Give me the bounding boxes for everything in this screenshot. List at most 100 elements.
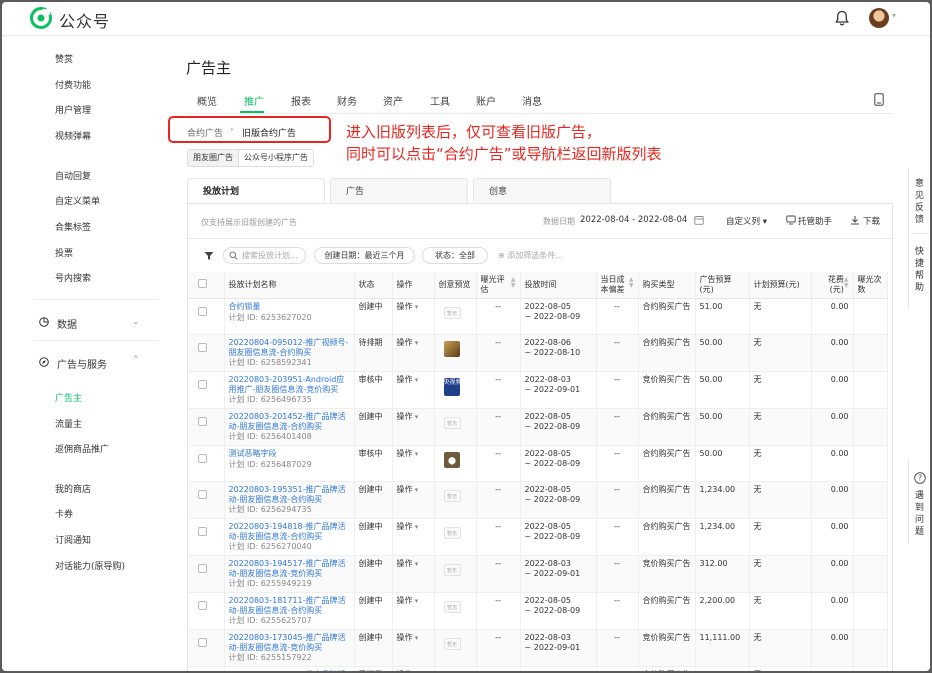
sidebar-group-data[interactable]: 数据 xyxy=(57,316,77,331)
tab-reports[interactable]: 报表 xyxy=(291,93,311,108)
action-dropdown[interactable]: 操作 xyxy=(397,596,419,605)
table-row[interactable]: 20220803-173045-推广品牌活动-朋友圈信息流-竞价购买 计划 ID:… xyxy=(188,629,892,667)
creative-thumbnail[interactable]: 暂无 xyxy=(443,417,461,429)
creative-thumbnail[interactable]: 暂无 xyxy=(443,601,461,613)
creative-thumbnail[interactable] xyxy=(443,452,460,468)
tab-tools[interactable]: 工具 xyxy=(430,93,450,108)
segment-moments-ads[interactable]: 朋友圈广告 xyxy=(188,150,238,166)
row-checkbox[interactable] xyxy=(198,454,207,463)
sidebar-item-in-account-search[interactable]: 号内搜索 xyxy=(55,271,91,284)
sidebar-item-paid-features[interactable]: 付费功能 xyxy=(55,78,91,91)
sidebar-item-conversation[interactable]: 对话能力(原导购) xyxy=(55,559,125,572)
assistant-icon[interactable] xyxy=(786,215,796,225)
feedback-button[interactable]: 意见反馈 xyxy=(915,178,925,226)
sidebar-item-subscription-notice[interactable]: 订阅通知 xyxy=(55,533,91,546)
download-icon[interactable] xyxy=(850,215,860,225)
action-dropdown[interactable]: 操作 xyxy=(397,412,419,421)
bell-icon[interactable] xyxy=(835,10,849,26)
row-checkbox[interactable] xyxy=(198,380,207,389)
action-dropdown[interactable]: 操作 xyxy=(397,485,419,494)
sidebar-item-reward[interactable]: 赞赏 xyxy=(55,52,73,65)
tab-assets[interactable]: 资产 xyxy=(383,93,403,108)
row-checkbox[interactable] xyxy=(198,527,207,536)
tab-finance[interactable]: 财务 xyxy=(337,93,357,108)
campaign-name-link[interactable]: 20220803-201452-推广品牌活动-朋友圈信息流-合约购买 xyxy=(229,412,350,431)
action-dropdown[interactable]: 操作 xyxy=(397,338,419,347)
tab-messages[interactable]: 消息 xyxy=(522,93,542,108)
row-checkbox[interactable] xyxy=(198,601,207,610)
creative-thumbnail[interactable]: 央视频 xyxy=(443,378,462,396)
row-checkbox[interactable] xyxy=(198,638,207,647)
sidebar-item-advertiser[interactable]: 广告主 xyxy=(55,391,82,404)
sort-icon[interactable]: ▲ ▼ xyxy=(629,277,634,289)
action-dropdown[interactable]: 操作 xyxy=(397,449,419,458)
table-row[interactable]: 合约锁量计划 ID: 6253627020创建中操作暂无--2022-08-05… xyxy=(188,298,892,335)
campaign-name-link[interactable]: 20220803-194517-推广品牌活动-朋友圈信息流-竞价购买 xyxy=(229,559,350,578)
sidebar-item-my-store[interactable]: 我的商店 xyxy=(55,482,91,495)
table-row[interactable]: 20220803-194517-推广品牌活动-朋友圈信息流-竞价购买 计划 ID:… xyxy=(188,555,892,593)
creative-thumbnail[interactable]: 暂无 xyxy=(443,307,461,319)
sidebar-item-commission-products[interactable]: 返佣商品推广 xyxy=(55,442,109,455)
segment-official-miniprogram-ads[interactable]: 公众号小程序广告 xyxy=(238,150,313,166)
campaign-name-link[interactable]: 20220804-095012-推广视频号-朋友圈信息流-合约购买 xyxy=(229,338,350,357)
select-all-checkbox[interactable] xyxy=(198,279,207,288)
panel-tab-ads[interactable]: 广告 xyxy=(330,178,468,204)
action-dropdown[interactable]: 操作 xyxy=(397,559,419,568)
chevron-up-icon[interactable]: ⌃ xyxy=(132,355,140,365)
sidebar-item-publisher[interactable]: 流量主 xyxy=(55,417,82,430)
action-dropdown[interactable]: 操作 xyxy=(397,375,419,384)
table-row[interactable]: 20220803-201452-推广品牌活动-朋友圈信息流-合约购买 计划 ID:… xyxy=(188,408,892,446)
filter-icon[interactable] xyxy=(204,251,214,261)
question-circle-icon[interactable]: ? xyxy=(914,472,926,484)
add-filter-button[interactable]: ⊕ 添加筛选条件... xyxy=(498,250,563,261)
campaign-name-link[interactable]: 20220803-181711-推广品牌活动-朋友圈信息流-合约购买 xyxy=(229,596,350,615)
breadcrumb-contract-ads[interactable]: 合约广告 xyxy=(187,126,223,139)
action-dropdown[interactable]: 操作 xyxy=(397,522,419,531)
sidebar-item-user-management[interactable]: 用户管理 xyxy=(55,103,91,116)
download-button[interactable]: 下载 xyxy=(863,215,880,227)
chevron-down-icon[interactable]: ▾ xyxy=(892,11,896,20)
row-checkbox[interactable] xyxy=(198,417,207,426)
problem-button[interactable]: 遇到问题 xyxy=(915,490,925,538)
sidebar-item-collection-tags[interactable]: 合集标签 xyxy=(55,220,91,233)
campaign-name-link[interactable]: 20220803-195351-推广品牌活动-朋友圈信息流-合约购买 xyxy=(229,485,350,504)
tab-account[interactable]: 账户 xyxy=(476,93,496,108)
row-checkbox[interactable] xyxy=(198,307,207,316)
row-checkbox[interactable] xyxy=(198,343,207,352)
sidebar-item-custom-menu[interactable]: 自定义菜单 xyxy=(55,194,100,207)
avatar[interactable] xyxy=(869,8,889,28)
row-checkbox[interactable] xyxy=(198,490,207,499)
action-dropdown[interactable]: 操作 xyxy=(397,302,419,311)
row-checkbox[interactable] xyxy=(198,564,207,573)
creative-thumbnail[interactable] xyxy=(443,341,460,357)
custom-columns-button[interactable]: 自定义列 ▾ xyxy=(726,215,767,227)
col-header-exposure-estimate[interactable]: ▲ ▼ 曝光评估 xyxy=(476,272,521,299)
tab-promotion[interactable]: 推广 xyxy=(244,93,264,108)
campaign-name-link[interactable]: 合约锁量 xyxy=(229,302,350,312)
table-row[interactable]: 20220804-095012-推广视频号-朋友圈信息流-合约购买 计划 ID: … xyxy=(188,334,892,372)
panel-tab-creatives[interactable]: 创意 xyxy=(473,178,611,204)
quick-help-button[interactable]: 快捷帮助 xyxy=(915,246,925,294)
sidebar-item-coupons[interactable]: 卡券 xyxy=(55,507,73,520)
table-row[interactable]: 20220803-163050-推广品牌活动-朋友圈信息流-合约购买计划 ID:… xyxy=(188,666,892,671)
managed-assistant-button[interactable]: 托管助手 xyxy=(798,215,832,227)
mobile-device-icon[interactable] xyxy=(874,93,884,106)
creative-thumbnail[interactable]: 暂无 xyxy=(443,527,461,539)
date-range-picker[interactable]: 2022-08-04 - 2022-08-04 xyxy=(580,215,687,225)
table-row[interactable]: 测试恶略字段计划 ID: 6256487029审核中操作--2022-08-05… xyxy=(188,445,892,482)
table-row[interactable]: 20220803-181711-推广品牌活动-朋友圈信息流-合约购买 计划 ID:… xyxy=(188,592,892,630)
creative-thumbnail[interactable]: 暂无 xyxy=(443,638,461,650)
creative-thumbnail[interactable]: 暂无 xyxy=(443,490,461,502)
tab-overview[interactable]: 概览 xyxy=(197,93,217,108)
campaign-name-link[interactable]: 20220803-163050-推广品牌活动-朋友圈信息流-合约购买 xyxy=(229,670,350,671)
wechat-official-logo-icon[interactable] xyxy=(30,7,52,29)
campaign-name-link[interactable]: 20220803-203951-Android应用推广-朋友圈信息流-竞价购买 xyxy=(229,375,350,394)
sidebar-item-auto-reply[interactable]: 自动回复 xyxy=(55,169,91,182)
sort-icon[interactable]: ▲ ▼ xyxy=(844,277,849,289)
action-dropdown[interactable]: 操作 xyxy=(397,633,419,642)
col-header-deviation[interactable]: ▲ ▼ 当日成本偏差 xyxy=(596,272,639,299)
campaign-name-link[interactable]: 20220803-194818-推广品牌活动-朋友圈信息流-合约购买 xyxy=(229,522,350,541)
table-row[interactable]: 20220803-203951-Android应用推广-朋友圈信息流-竞价购买计… xyxy=(188,371,892,409)
col-header-spend[interactable]: ▲ ▼ 花费(元) xyxy=(811,272,854,299)
table-row[interactable]: 20220803-195351-推广品牌活动-朋友圈信息流-合约购买 计划 ID:… xyxy=(188,481,892,519)
